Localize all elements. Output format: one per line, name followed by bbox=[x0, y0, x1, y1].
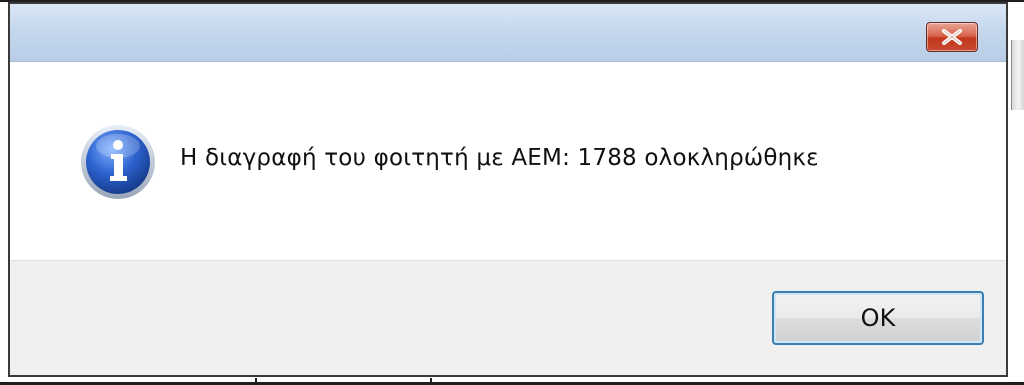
information-icon bbox=[81, 125, 155, 199]
message-text: Η διαγραφή του φοιτητή με ΑΕΜ: 1788 ολοκ… bbox=[180, 145, 819, 171]
screen: Η διαγραφή του φοιτητή με ΑΕΜ: 1788 ολοκ… bbox=[0, 0, 1024, 385]
dialog-content: Η διαγραφή του φοιτητή με ΑΕΜ: 1788 ολοκ… bbox=[10, 62, 1006, 260]
close-button[interactable] bbox=[926, 22, 978, 52]
button-bar: OK bbox=[10, 260, 1006, 375]
ok-button[interactable]: OK bbox=[772, 291, 984, 345]
close-icon bbox=[942, 29, 962, 45]
message-dialog: Η διαγραφή του φοιτητή με ΑΕΜ: 1788 ολοκ… bbox=[8, 2, 1008, 377]
background-scrollbar bbox=[1011, 40, 1024, 110]
title-bar[interactable] bbox=[10, 4, 1006, 62]
